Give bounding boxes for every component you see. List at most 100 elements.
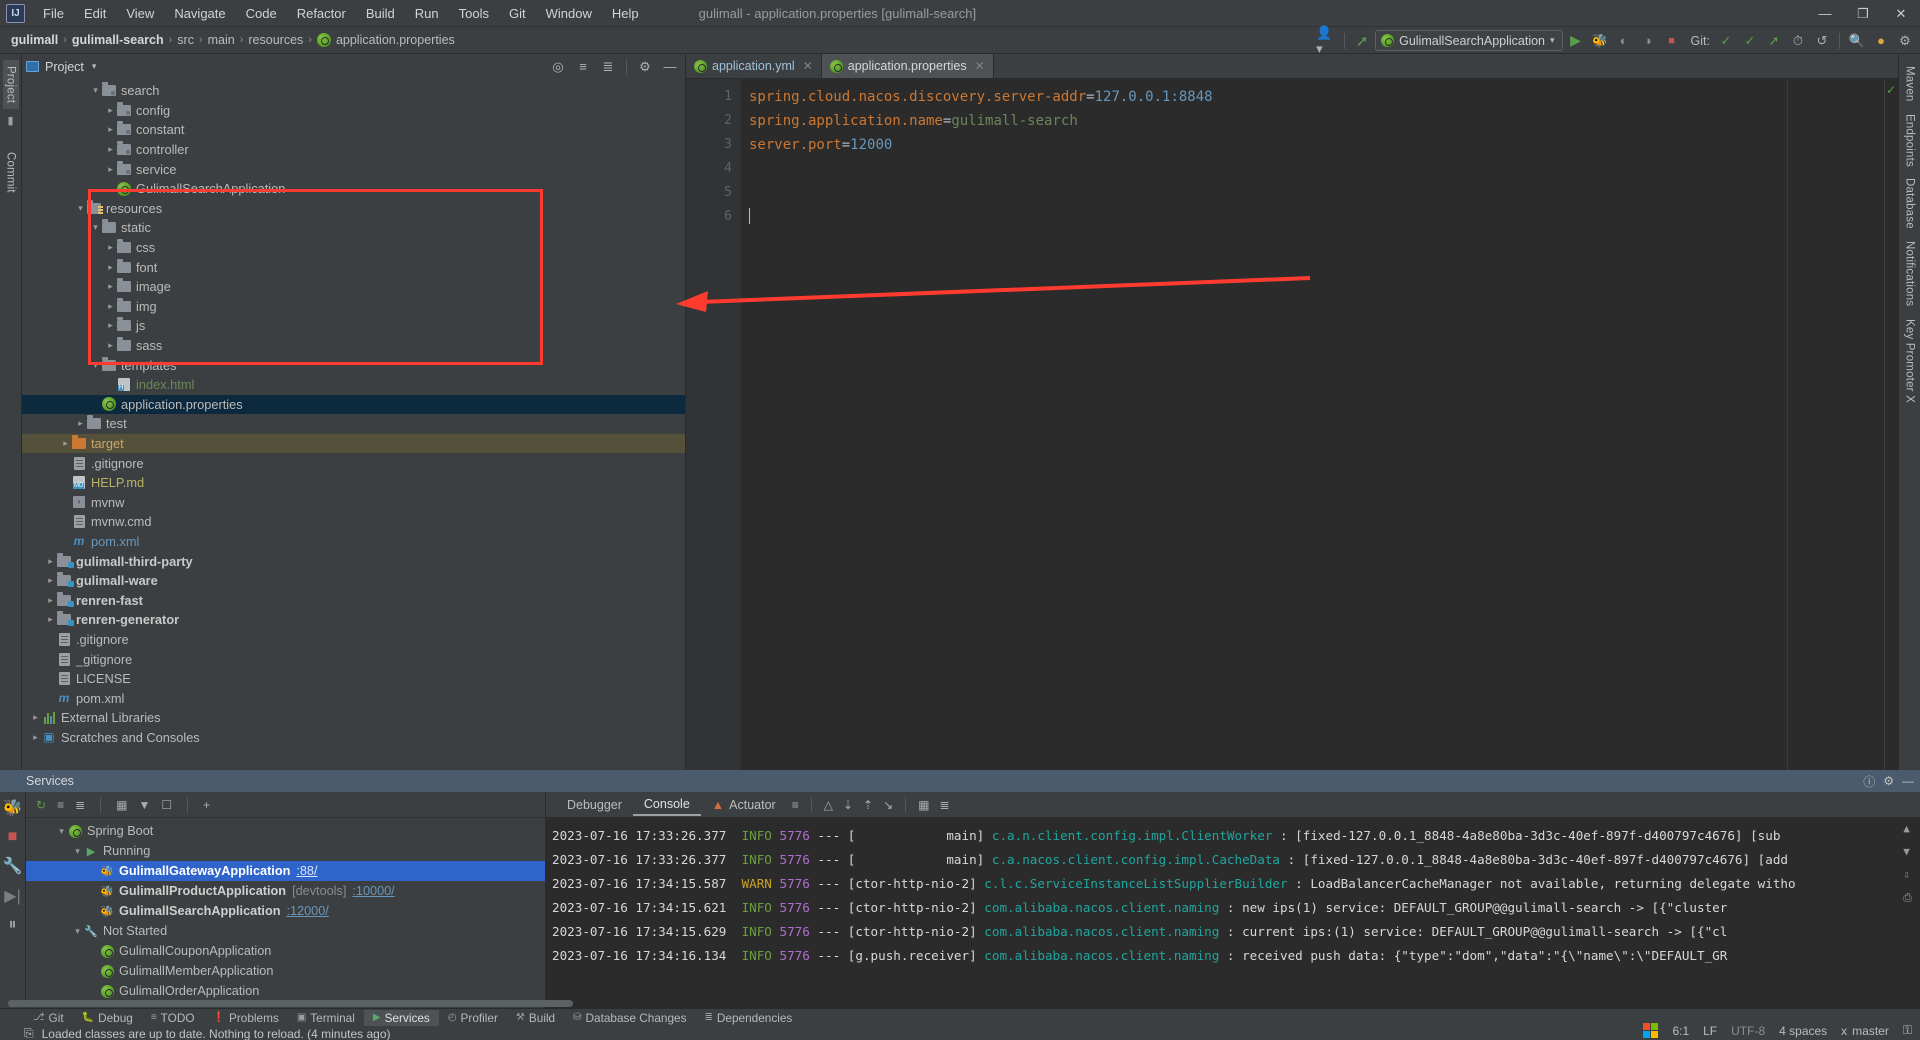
tree-expander-icon[interactable]: ▸ [105,144,116,155]
tree-expander-icon[interactable]: ▸ [45,575,56,586]
tree-expander-icon[interactable]: ▸ [105,281,116,292]
run-configuration-selector[interactable]: GulimallSearchApplication ▾ [1375,30,1562,51]
git-branch[interactable]: x master [1841,1024,1889,1038]
breadcrumb-gulimall[interactable]: gulimall [7,32,62,48]
close-button[interactable]: ✕ [1882,0,1920,27]
console-output[interactable]: ▲ ▼ ⇩ ⎙ 2023-07-16 17:33:26.377 INFO 577… [546,818,1920,1008]
tree-expander-icon[interactable]: ▾ [90,222,101,233]
console-settings-icon[interactable]: ≣ [935,798,955,812]
tree-expander-icon[interactable]: ▾ [72,926,83,937]
code-content[interactable]: spring.cloud.nacos.discovery.server-addr… [741,79,1884,770]
status-tool-todo[interactable]: ≡TODO [142,1010,204,1026]
next-occurrence-icon[interactable]: ↘ [878,798,898,812]
project-tree-row[interactable]: mpom.xml [22,688,685,708]
services-tree-row[interactable]: GulimallMemberApplication [26,961,545,981]
services-tree-row[interactable]: 🐝GulimallProductApplication[devtools]:10… [26,881,545,901]
tree-expander-icon[interactable]: ▸ [45,556,56,567]
project-tree-row[interactable]: ▸renren-generator [22,610,685,630]
tree-expander-icon[interactable]: ▸ [105,320,116,331]
project-tree-row[interactable]: ▸controller [22,140,685,160]
tree-expander-icon[interactable]: ▸ [105,340,116,351]
tree-expander-icon[interactable]: ▾ [90,85,101,96]
tree-expander-icon[interactable]: ▸ [105,164,116,175]
code-line[interactable]: server.port=12000 [749,133,1884,157]
rail-item-endpoints[interactable]: Endpoints [1902,108,1918,173]
indent-setting[interactable]: 4 spaces [1779,1024,1827,1038]
code-line[interactable] [749,157,1884,181]
settings-gear-icon[interactable]: ⚙ [1894,30,1916,52]
help-icon[interactable]: ⓘ [1863,773,1875,790]
menu-icon[interactable]: ≡ [787,798,804,812]
services-port-link[interactable]: :10000/ [352,884,394,898]
group-icon[interactable]: ▦ [116,798,127,812]
project-tree-row[interactable]: GulimallSearchApplication [22,179,685,199]
menu-edit[interactable]: Edit [74,3,116,24]
status-tool-services[interactable]: ▶Services [364,1010,439,1026]
tree-expander-icon[interactable]: ▾ [72,846,83,857]
panel-settings-gear-icon[interactable]: ⚙ [634,56,656,78]
menu-build[interactable]: Build [356,3,405,24]
breadcrumb-main[interactable]: main [204,32,239,48]
status-tool-terminal[interactable]: ▣Terminal [288,1010,364,1026]
tab-application-properties[interactable]: application.properties ✕ [822,54,994,78]
history-icon[interactable]: ⏱ [1787,30,1809,52]
line-separator[interactable]: LF [1703,1024,1717,1038]
status-tool-profiler[interactable]: ◴Profiler [439,1010,507,1026]
stop-icon[interactable]: ■ [1661,30,1683,52]
project-tree-row[interactable]: ▸test [22,414,685,434]
services-tree-row[interactable]: ▾▶Running [26,841,545,861]
tree-expander-icon[interactable]: ▸ [105,105,116,116]
run-icon[interactable]: ▶ [1565,30,1587,52]
project-tree-row[interactable]: ▸config [22,101,685,121]
add-frame-icon[interactable]: ☐ [161,798,172,812]
menu-tools[interactable]: Tools [449,3,499,24]
status-tool-problems[interactable]: ❗Problems [204,1010,288,1026]
code-line[interactable] [749,205,1884,229]
services-settings-gear-icon[interactable]: ⚙ [1883,774,1894,788]
project-tree-row[interactable]: ▸target [22,434,685,454]
project-tree-row[interactable]: ▸sass [22,336,685,356]
console-print-icon[interactable]: ⎙ [1903,891,1912,905]
tree-expander-icon[interactable]: ▸ [60,438,71,449]
breadcrumb-file[interactable]: application.properties [313,32,459,48]
hammer-icon[interactable]: ➚ [1351,30,1373,52]
rail-item-notifications[interactable]: Notifications [1902,235,1918,312]
menu-view[interactable]: View [116,3,164,24]
breadcrumb-resources[interactable]: resources [244,32,307,48]
chevron-down-icon[interactable]: ▾ [92,61,97,72]
status-tool-database-changes[interactable]: ⛁Database Changes [564,1010,695,1026]
services-port-link[interactable]: :12000/ [286,904,328,918]
collapse-all-icon[interactable]: ≣ [597,56,619,78]
file-encoding[interactable]: UTF-8 [1731,1024,1765,1038]
status-tool-dependencies[interactable]: ≣Dependencies [696,1010,802,1026]
table-icon[interactable]: ▦ [913,798,934,812]
debug-icon[interactable]: 🐝 [1589,30,1611,52]
add-icon[interactable]: + [203,798,210,812]
project-tree-row[interactable]: ▸External Libraries [22,708,685,728]
menu-window[interactable]: Window [536,3,602,24]
hide-panel-icon[interactable]: — [1902,774,1914,788]
resume-icon[interactable]: ▶| [4,886,20,906]
project-tree-row[interactable]: ▸gulimall-ware [22,571,685,591]
tree-expander-icon[interactable]: ▸ [105,124,116,135]
project-tree-row[interactable]: ▸font [22,257,685,277]
project-tree-row[interactable]: application.properties [22,395,685,415]
project-tree-row[interactable]: ▸renren-fast [22,590,685,610]
project-tree-row[interactable]: ▾static [22,218,685,238]
project-tree-row[interactable]: ▾templates [22,355,685,375]
rollback-icon[interactable]: ↺ [1811,30,1833,52]
project-tree-row[interactable]: ▸img [22,297,685,317]
editor-area[interactable]: 123456 spring.cloud.nacos.discovery.serv… [686,79,1898,770]
scroll-to-end-icon[interactable]: ⇣ [838,798,858,812]
tab-console[interactable]: Console [633,794,701,816]
project-tree-row[interactable]: mpom.xml [22,532,685,552]
structure-folder-icon[interactable]: ▮ [7,114,13,127]
tree-expander-icon[interactable]: ▸ [105,301,116,312]
tab-actuator[interactable]: ▲ Actuator [701,795,787,815]
rerun-debug-icon[interactable]: 🐝 [3,798,23,818]
lock-icon[interactable]: ⚿ [1903,1023,1912,1038]
project-tree-row[interactable]: MDHELP.md [22,473,685,493]
project-tree-row[interactable]: ›mvnw [22,492,685,512]
services-tree-row[interactable]: GulimallOrderApplication [26,981,545,1001]
close-icon[interactable]: ✕ [803,59,813,73]
